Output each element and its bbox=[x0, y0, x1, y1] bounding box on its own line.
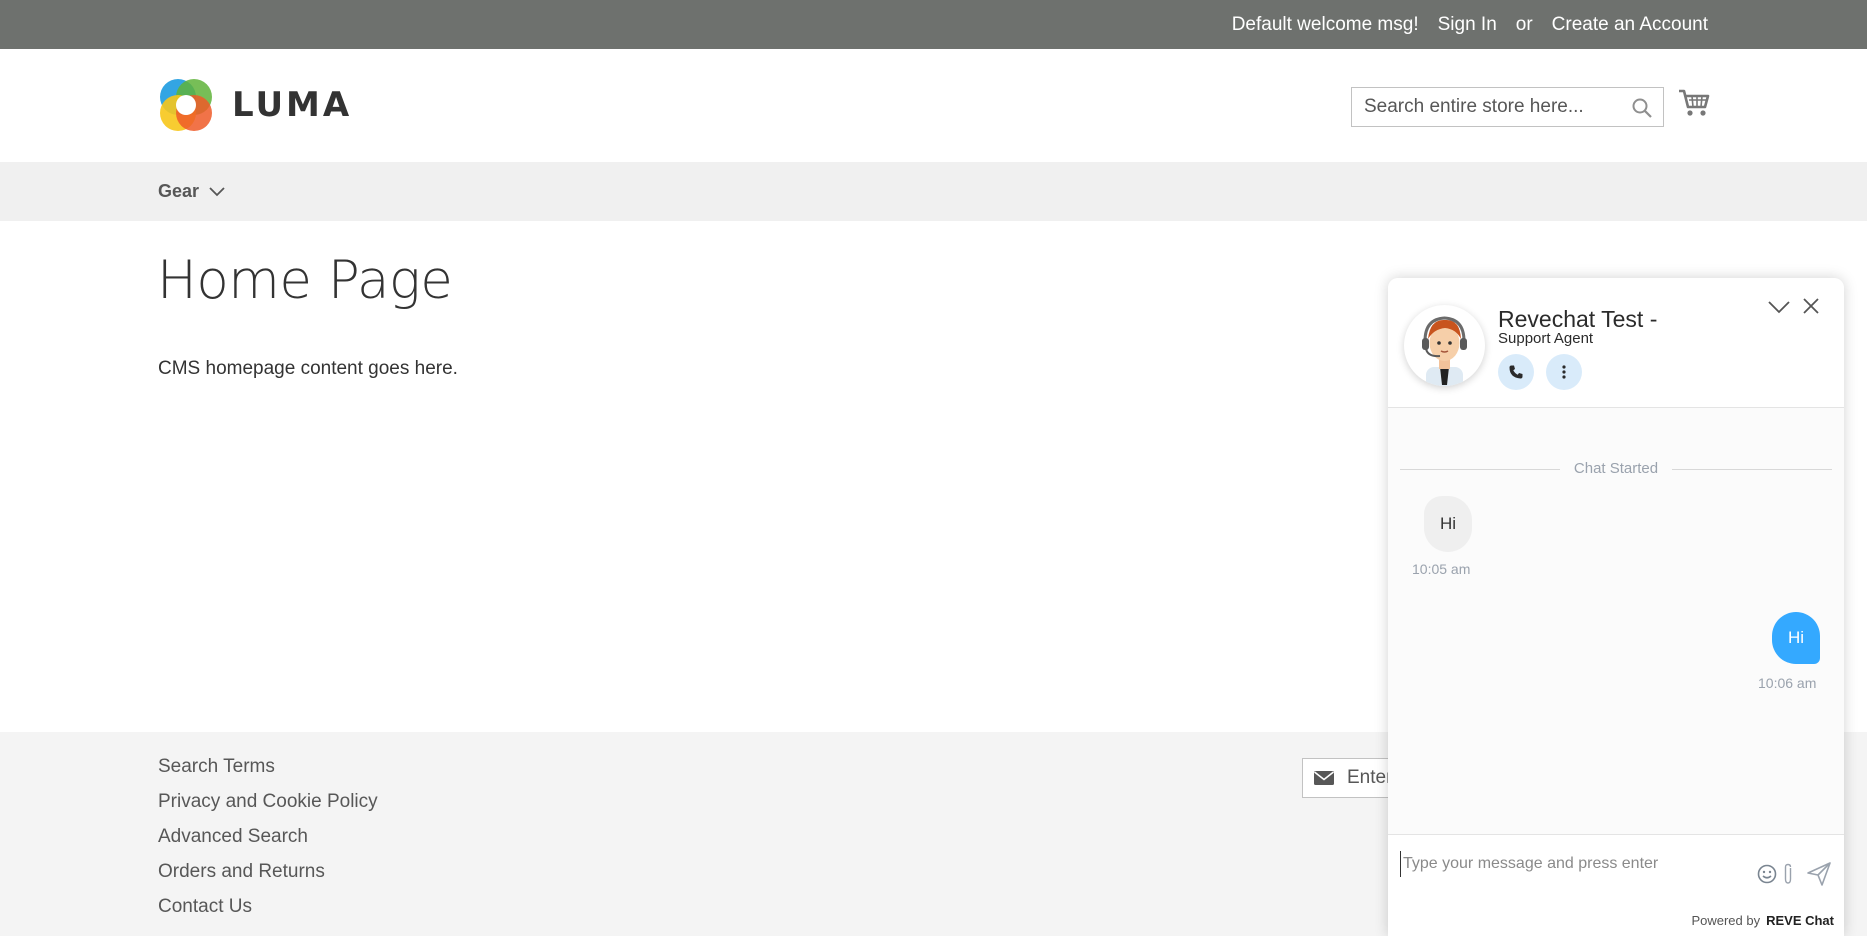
reve-chat-brand[interactable]: REVE Chat bbox=[1766, 913, 1834, 928]
footer-link-contact[interactable]: Contact Us bbox=[158, 896, 378, 918]
agent-avatar-icon bbox=[1422, 316, 1467, 386]
user-message-time: 10:06 am bbox=[1758, 675, 1817, 691]
search-icon[interactable] bbox=[1631, 97, 1653, 119]
more-vertical-icon bbox=[1562, 365, 1566, 379]
agent-message-bubble: Hi bbox=[1424, 496, 1472, 552]
footer-link-privacy[interactable]: Privacy and Cookie Policy bbox=[158, 791, 378, 813]
close-icon[interactable] bbox=[1803, 298, 1819, 314]
chat-message-input[interactable] bbox=[1400, 851, 1740, 877]
logo[interactable]: LUMA bbox=[158, 77, 352, 133]
attachment-icon[interactable] bbox=[1782, 863, 1794, 885]
nav-item-label: Gear bbox=[158, 181, 200, 201]
chevron-down-icon bbox=[209, 186, 225, 196]
chat-started-label: Chat Started bbox=[1388, 460, 1844, 477]
agent-message-time: 10:05 am bbox=[1412, 561, 1471, 577]
page-title: Home Page bbox=[157, 250, 453, 311]
header-links: Default welcome msg! Sign In or Create a… bbox=[1232, 0, 1708, 49]
chat-widget: Revechat Test - Support Agent Chat Start… bbox=[1388, 278, 1844, 936]
minimize-icon[interactable] bbox=[1768, 300, 1790, 314]
call-button[interactable] bbox=[1498, 354, 1534, 390]
agent-avatar bbox=[1404, 305, 1485, 386]
welcome-message: Default welcome msg! bbox=[1231, 13, 1419, 35]
envelope-icon bbox=[1314, 771, 1334, 785]
footer-link-orders-returns[interactable]: Orders and Returns bbox=[158, 861, 378, 883]
sign-in-link[interactable]: Sign In bbox=[1438, 14, 1497, 36]
agent-role: Support Agent bbox=[1498, 330, 1594, 347]
site-header: LUMA bbox=[0, 49, 1867, 162]
search-box bbox=[1351, 87, 1664, 127]
footer-link-advanced-search[interactable]: Advanced Search bbox=[158, 826, 378, 848]
chat-header: Revechat Test - Support Agent bbox=[1388, 278, 1844, 408]
chat-started-text: Chat Started bbox=[1559, 460, 1673, 477]
main-nav: Gear bbox=[0, 162, 1867, 221]
footer-link-search-terms[interactable]: Search Terms bbox=[158, 756, 378, 778]
more-options-button[interactable] bbox=[1546, 354, 1582, 390]
search-input[interactable] bbox=[1352, 89, 1622, 125]
nav-item-gear[interactable]: Gear bbox=[158, 162, 225, 221]
or-separator: or bbox=[1515, 13, 1533, 35]
top-bar: Default welcome msg! Sign In or Create a… bbox=[0, 0, 1867, 49]
chat-composer: Powered by REVE Chat bbox=[1388, 834, 1844, 936]
page-content: CMS homepage content goes here. bbox=[158, 358, 458, 379]
phone-icon bbox=[1509, 365, 1523, 379]
powered-by-text: Powered by bbox=[1691, 913, 1761, 928]
cart-icon[interactable] bbox=[1678, 88, 1710, 118]
agent-name: Revechat Test - bbox=[1498, 306, 1658, 332]
user-message-bubble: Hi bbox=[1772, 612, 1820, 664]
footer-links: Search Terms Privacy and Cookie Policy A… bbox=[158, 756, 378, 918]
send-icon[interactable] bbox=[1806, 861, 1832, 887]
emoji-icon[interactable] bbox=[1757, 864, 1777, 884]
powered-by: Powered by REVE Chat bbox=[1691, 913, 1834, 928]
luma-logo-icon bbox=[160, 79, 212, 131]
create-account-link[interactable]: Create an Account bbox=[1552, 14, 1708, 36]
logo-text: LUMA bbox=[232, 85, 353, 125]
